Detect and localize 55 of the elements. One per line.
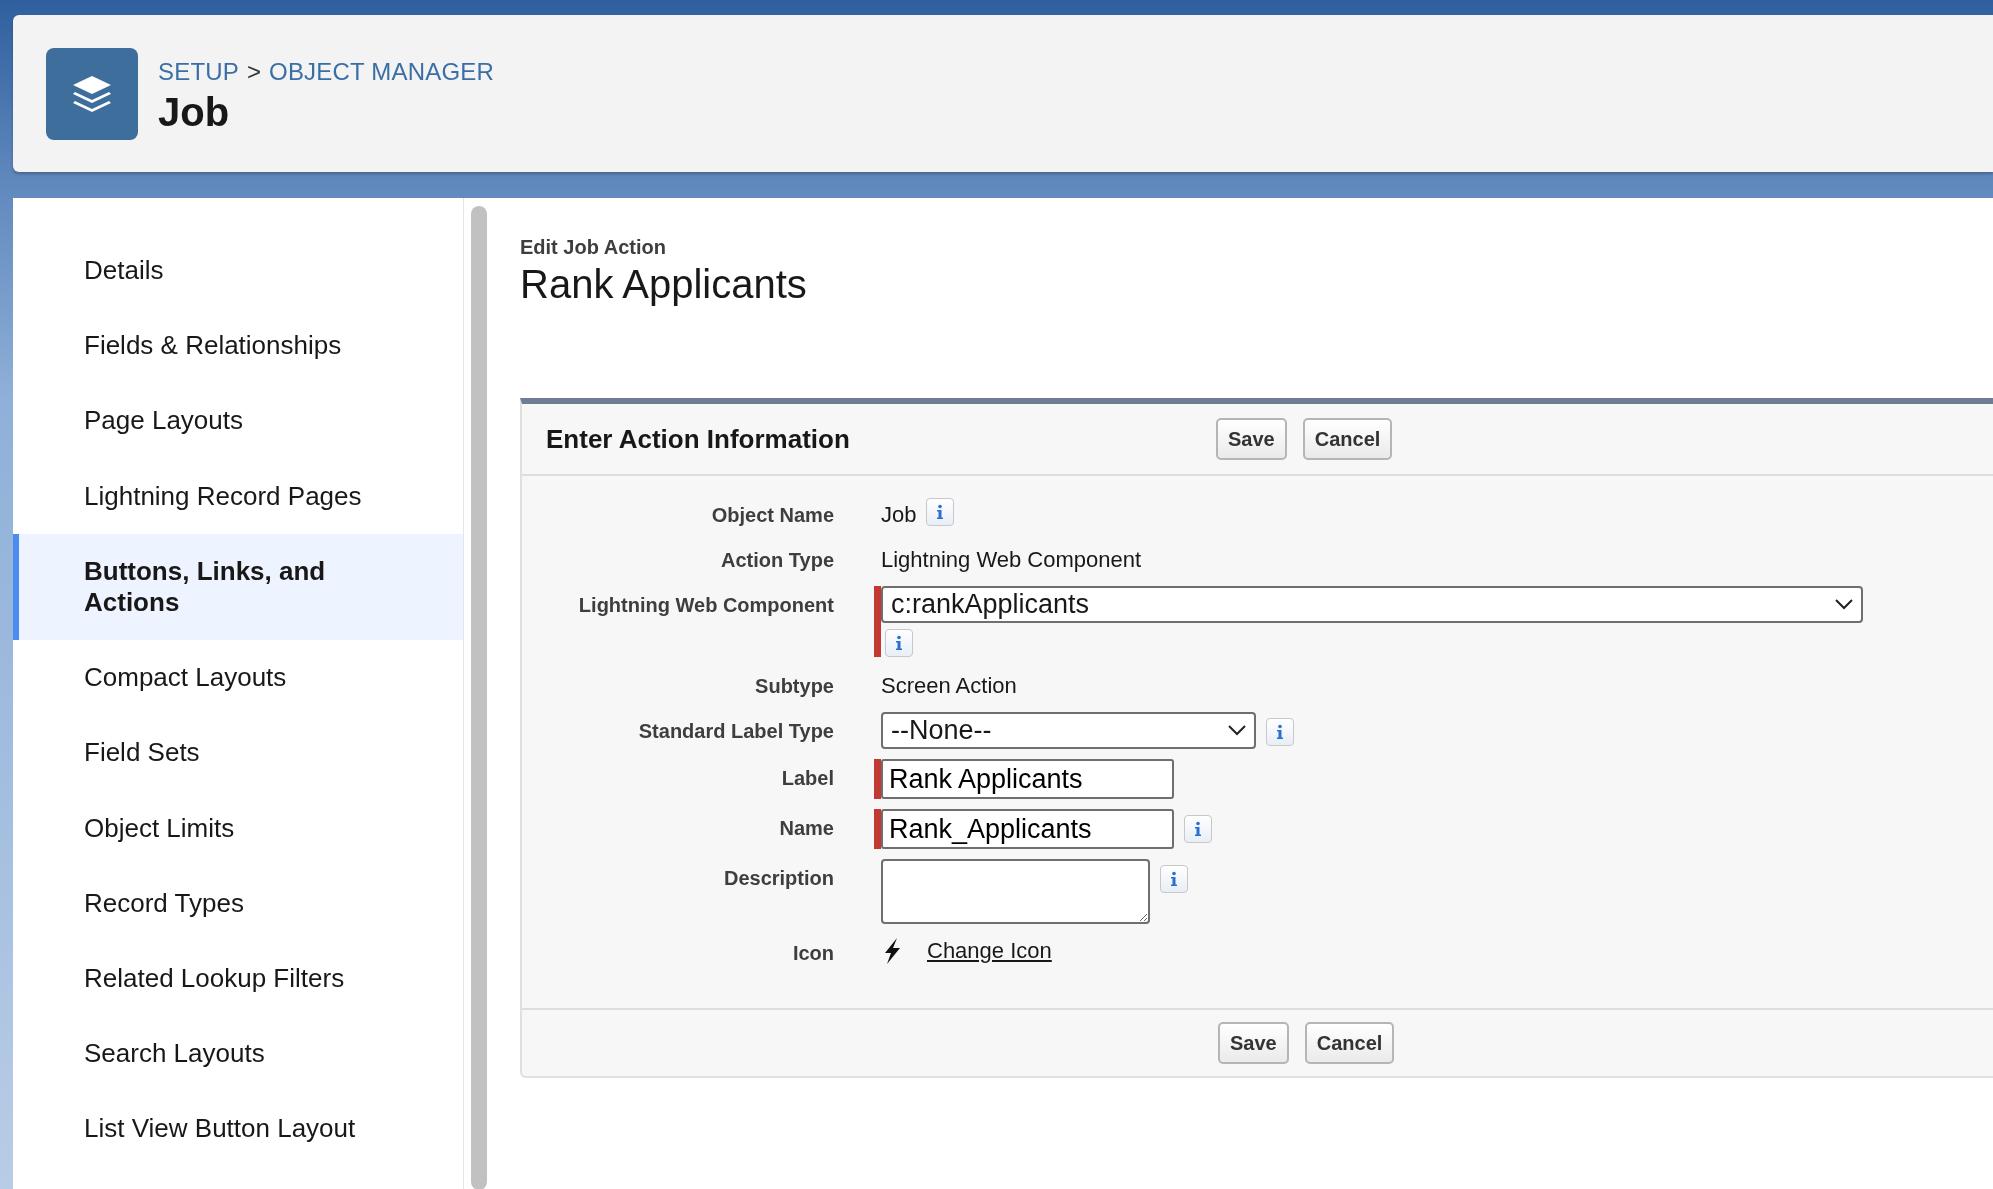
sidebar-item[interactable]: Page Layouts — [13, 383, 463, 459]
sidebar-item[interactable]: Record Types — [13, 865, 463, 941]
field-value: Lightning Web Component — [881, 546, 1142, 574]
sidebar-item[interactable]: Search Layouts — [13, 1016, 463, 1092]
object-title: Job — [158, 89, 231, 134]
info-icon — [1276, 724, 1284, 740]
field-label: Icon — [791, 941, 835, 966]
field-label: Name — [778, 816, 835, 841]
chevron-down-icon — [1228, 725, 1246, 736]
object-icon — [46, 47, 138, 140]
sidebar-item[interactable]: Related Lookup Filters — [13, 940, 463, 1017]
info-icon — [895, 635, 903, 651]
form-button[interactable]: Cancel — [1304, 1022, 1395, 1064]
textarea-field[interactable] — [881, 859, 1150, 924]
field-value: Screen Action — [881, 672, 1017, 700]
page-subtitle: Edit Job Action — [520, 235, 667, 260]
select-field[interactable]: c:rankApplicants — [881, 586, 1863, 623]
breadcrumb-separator: > — [247, 56, 262, 87]
info-icon — [1170, 871, 1178, 887]
sidebar-item[interactable]: Compact Layouts — [13, 640, 463, 716]
sidebar-item[interactable]: Field Sets — [13, 715, 463, 791]
input-field[interactable]: Rank_Applicants — [881, 809, 1174, 849]
field-label: Object Name — [710, 503, 835, 528]
field-label: Lightning Web Component — [577, 593, 835, 618]
scrollbar-thumb[interactable] — [471, 206, 487, 1189]
info-button[interactable] — [926, 498, 955, 526]
info-icon — [936, 504, 945, 520]
select-field[interactable]: --None-- — [881, 712, 1256, 749]
field-label: Action Type — [720, 548, 835, 573]
form-button[interactable]: Save — [1218, 1022, 1289, 1064]
info-button[interactable] — [1266, 718, 1294, 746]
sidebar-item[interactable]: Buttons, Links, and Actions — [13, 533, 463, 641]
field-label: Description — [722, 866, 835, 891]
input-field[interactable]: Rank Applicants — [881, 759, 1174, 799]
section-title: Enter Action Information — [546, 422, 851, 456]
field-label: Label — [780, 766, 835, 791]
change-icon-link[interactable]: Change Icon — [927, 934, 1052, 967]
field-value: Job — [881, 501, 917, 529]
sidebar-item[interactable]: Fields & Relationships — [13, 308, 463, 384]
field-label: Standard Label Type — [637, 719, 835, 744]
form-button[interactable]: Save — [1216, 418, 1287, 460]
info-icon — [1194, 821, 1202, 837]
chevron-down-icon — [1835, 599, 1853, 610]
info-button[interactable] — [1184, 815, 1212, 843]
breadcrumb-link[interactable]: OBJECT MANAGER — [269, 53, 495, 90]
info-button[interactable] — [1160, 865, 1188, 893]
form-button[interactable]: Cancel — [1302, 418, 1393, 460]
field-label: Subtype — [754, 674, 835, 699]
info-button[interactable] — [885, 629, 913, 657]
breadcrumb-link[interactable]: SETUP — [158, 53, 239, 90]
sidebar-item[interactable]: Object Limits — [13, 790, 463, 866]
sidebar-item[interactable]: Lightning Record Pages — [13, 458, 463, 534]
page-title: Rank Applicants — [520, 262, 808, 306]
sidebar-item[interactable]: List View Button Layout — [13, 1091, 463, 1167]
sidebar-item[interactable]: Details — [13, 233, 463, 309]
